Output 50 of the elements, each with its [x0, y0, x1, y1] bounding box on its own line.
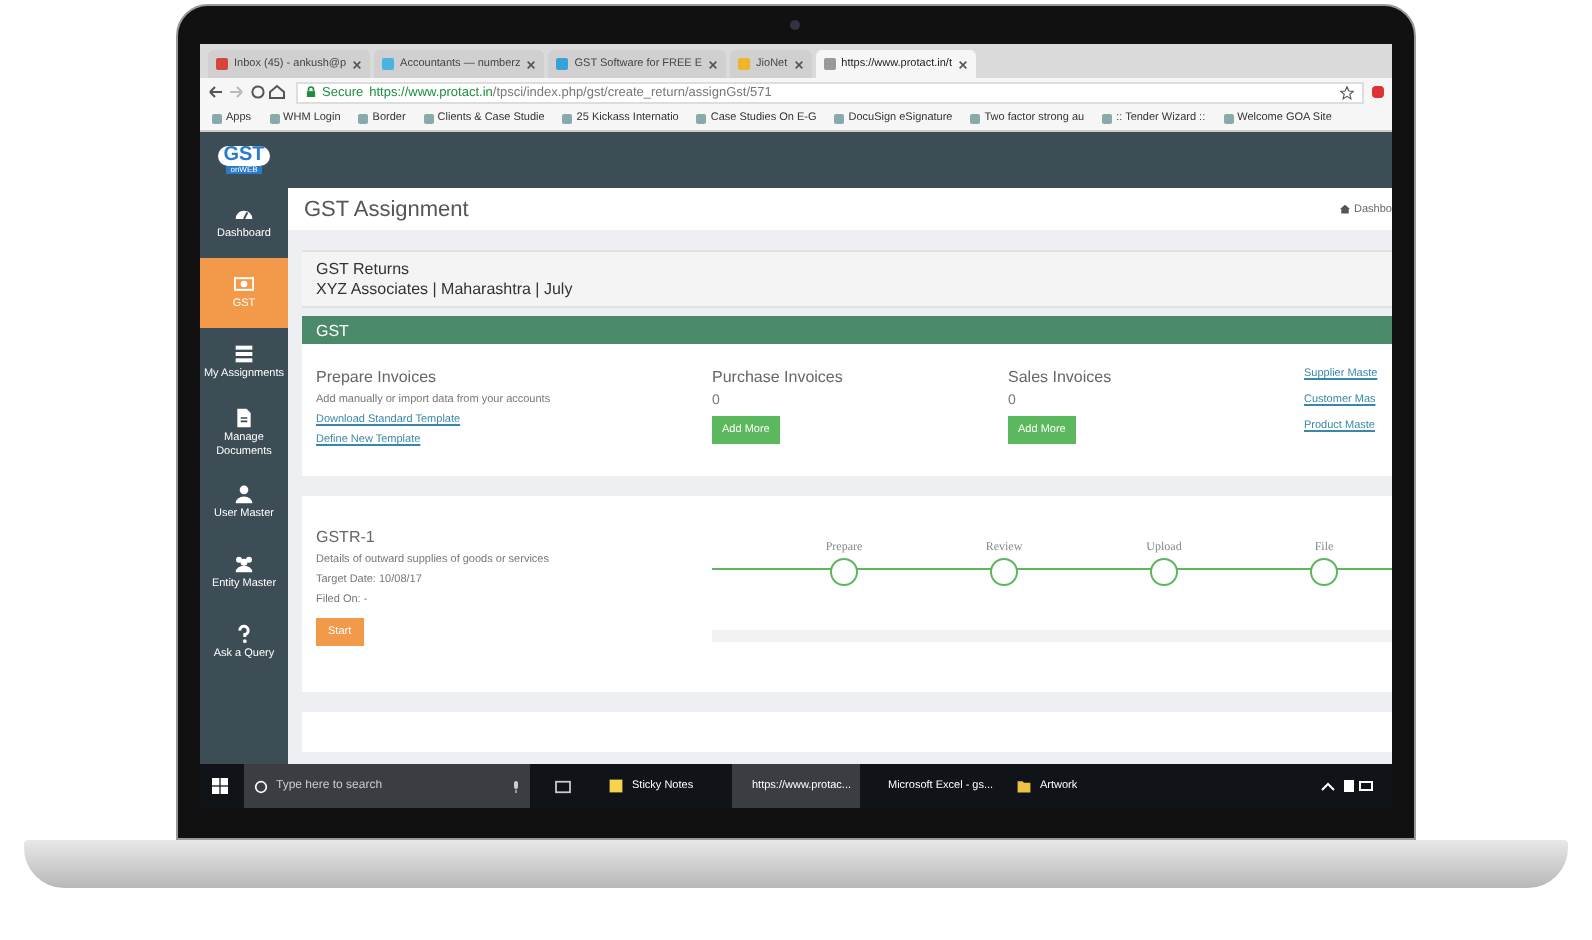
bookmark-favicon-icon [1223, 113, 1234, 123]
tab-favicon-icon [556, 58, 569, 70]
tab-favicon-icon [738, 58, 751, 70]
bookmark-favicon-icon [269, 113, 280, 123]
invoices-title: Sales Invoices [1008, 368, 1112, 386]
close-icon[interactable] [352, 59, 363, 69]
returns-title: GST Returns [316, 260, 412, 278]
step-circle [1310, 558, 1338, 586]
step-circle [830, 558, 858, 586]
bookmark-favicon-icon [1102, 113, 1113, 123]
microphone-icon[interactable] [512, 779, 520, 793]
tab-favicon-icon [216, 58, 228, 70]
close-icon[interactable] [708, 59, 719, 69]
close-icon[interactable] [526, 59, 537, 69]
windows-start-icon[interactable] [212, 778, 228, 794]
tab-favicon-icon [382, 58, 395, 70]
prepare-title: Prepare Invoices [316, 368, 437, 386]
bookmark-favicon-icon [212, 113, 222, 123]
bookmark-favicon-icon [970, 113, 981, 123]
step-circle [1150, 558, 1178, 586]
home-icon [1340, 204, 1351, 214]
folder-icon [1016, 778, 1032, 794]
list-icon [234, 344, 254, 365]
step-circle [990, 558, 1018, 586]
users-icon [234, 554, 254, 575]
user-icon [234, 484, 254, 505]
search-icon [254, 779, 268, 793]
close-icon[interactable] [957, 59, 968, 69]
extension-icon[interactable] [1372, 86, 1384, 98]
returns-subtitle: XYZ Associates | Maharashtra | July [316, 280, 575, 298]
banknote-icon [234, 274, 254, 295]
invoices-title: Purchase Invoices [712, 368, 843, 386]
bookmark-favicon-icon [696, 113, 707, 123]
section-header: GST [302, 316, 1392, 344]
task-view-icon[interactable] [554, 779, 572, 793]
document-icon [234, 407, 254, 428]
note-icon [608, 778, 624, 794]
gstr-title: GSTR-1 [316, 528, 375, 546]
bookmark-favicon-icon [358, 113, 369, 123]
bookmark-favicon-icon [562, 113, 573, 123]
page-title: GST Assignment [304, 197, 469, 221]
bookmark-favicon-icon [834, 113, 845, 123]
bookmark-favicon-icon [423, 113, 434, 123]
navigation-icons[interactable] [208, 84, 288, 100]
camera-icon [790, 20, 800, 30]
close-icon[interactable] [793, 59, 804, 69]
star-icon[interactable] [1340, 85, 1354, 99]
tab-favicon-icon [823, 58, 836, 70]
question-icon [234, 624, 254, 645]
lock-icon [306, 86, 316, 98]
